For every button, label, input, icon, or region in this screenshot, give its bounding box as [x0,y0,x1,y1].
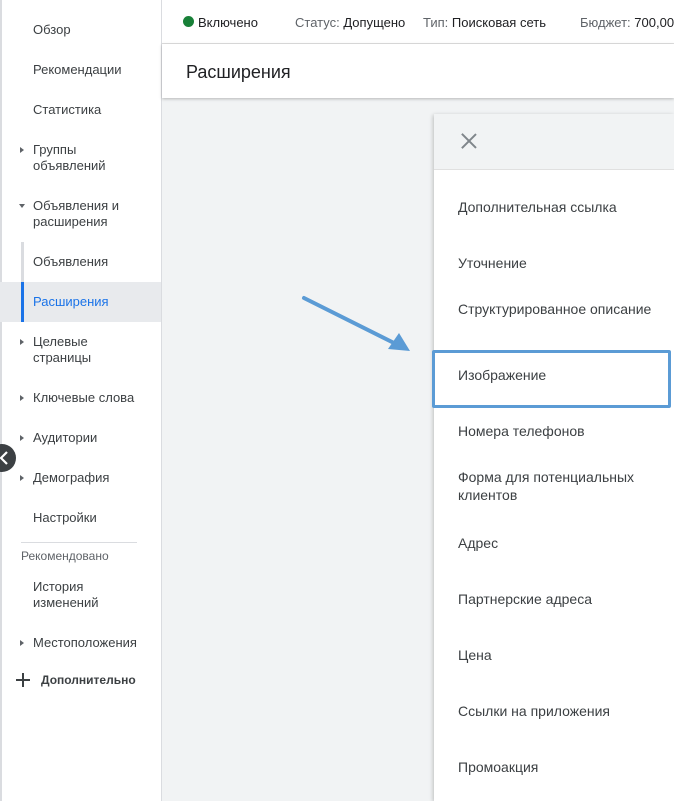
menu-item-affiliate-locations[interactable]: Партнерские адреса [434,590,674,608]
sidebar-item-label: Местоположения [33,635,137,650]
status-label: Статус: [295,15,340,30]
sidebar-item-locations[interactable]: Местоположения [0,635,161,651]
sidebar-item-recommendations[interactable]: Рекомендации [0,62,161,78]
menu-item-price[interactable]: Цена [434,646,674,664]
caret-right-icon [20,395,24,401]
status-dot-icon [183,16,194,27]
menu-header [434,114,674,170]
sidebar-item-ads[interactable]: Объявления [0,254,161,270]
type-label: Тип: [423,15,449,30]
sidebar-more-label: Дополнительно [41,673,136,687]
budget-label: Бюджет: [580,15,631,30]
sidebar-item-label: Демография [33,470,110,485]
extension-type-menu: Дополнительная ссылка Уточнение Структур… [434,114,674,801]
caret-right-icon [20,339,24,345]
plus-icon [16,673,30,687]
budget-value: 700,00 [634,15,674,30]
page-title: Расширения [186,62,291,82]
caret-right-icon [20,147,24,153]
sidebar-item-keywords[interactable]: Ключевые слова [0,390,161,406]
caret-right-icon [20,435,24,441]
menu-item-callout[interactable]: Уточнение [434,254,674,272]
sidebar-item-label: Целевые страницы [33,334,92,365]
sidebar-item-ad-groups[interactable]: Группы объявлений [0,142,140,174]
enabled-status[interactable]: Включено [198,15,258,30]
menu-item-location[interactable]: Адрес [434,534,674,552]
caret-down-icon [19,204,25,208]
arrow-annotation-icon [302,296,410,351]
sidebar-item-audiences[interactable]: Аудитории [0,430,161,446]
sidebar-item-label: Объявления и расширения [33,198,120,229]
menu-item-app-links[interactable]: Ссылки на приложения [434,702,674,720]
type-value: Поисковая сеть [451,15,546,30]
sidebar-item-label: Настройки [33,510,97,525]
page-header: Расширения [162,44,674,98]
menu-item-sitelink[interactable]: Дополнительная ссылка [434,198,674,216]
menu-item-lead-form[interactable]: Форма для потенциальных клиентов [434,468,674,504]
sidebar-divider [21,542,137,543]
chevron-left-icon [0,451,8,465]
status-value: Допущено [343,15,406,30]
campaign-budget[interactable]: Бюджет: 700,00 [580,15,674,30]
sidebar-item-extensions[interactable]: Расширения [0,282,161,322]
sidebar-item-label: Рекомендации [33,62,122,77]
sidebar-item-label: Группы объявлений [33,142,106,173]
sidebar-item-label: Ключевые слова [33,390,135,405]
sidebar: Обзор Рекомендации Статистика Группы объ… [0,0,162,801]
menu-item-promotion[interactable]: Промоакция [434,758,674,776]
caret-right-icon [20,475,24,481]
sidebar-item-overview[interactable]: Обзор [0,22,161,38]
close-icon[interactable] [461,133,477,149]
sidebar-item-change-history[interactable]: История изменений [0,579,130,611]
sidebar-item-demographics[interactable]: Демография [0,470,161,486]
menu-item-structured-snippet[interactable]: Структурированное описание [434,300,654,318]
sidebar-item-label: Обзор [33,22,71,37]
sidebar-item-label: История изменений [33,579,99,610]
sidebar-more-button[interactable]: Дополнительно [16,673,136,687]
sidebar-item-label: Статистика [33,102,102,117]
campaign-type: Тип: Поисковая сеть [423,15,546,30]
sidebar-item-label: Расширения [33,294,109,309]
sidebar-item-label: Объявления [33,254,109,269]
sidebar-section-label: Рекомендовано [21,549,109,563]
sidebar-item-label: Аудитории [33,430,98,445]
menu-item-phone-numbers[interactable]: Номера телефонов [434,422,674,440]
sidebar-item-ads-and-extensions[interactable]: Объявления и расширения [0,198,140,230]
campaign-status-bar: Включено Статус: Допущено Тип: Поисковая… [162,0,674,44]
highlight-box-image-option [432,350,671,408]
sidebar-item-landing-pages[interactable]: Целевые страницы [0,334,140,366]
approval-status: Статус: Допущено [295,15,405,30]
sidebar-item-statistics[interactable]: Статистика [0,102,161,118]
caret-right-icon [20,640,24,646]
sidebar-item-settings[interactable]: Настройки [0,510,161,526]
